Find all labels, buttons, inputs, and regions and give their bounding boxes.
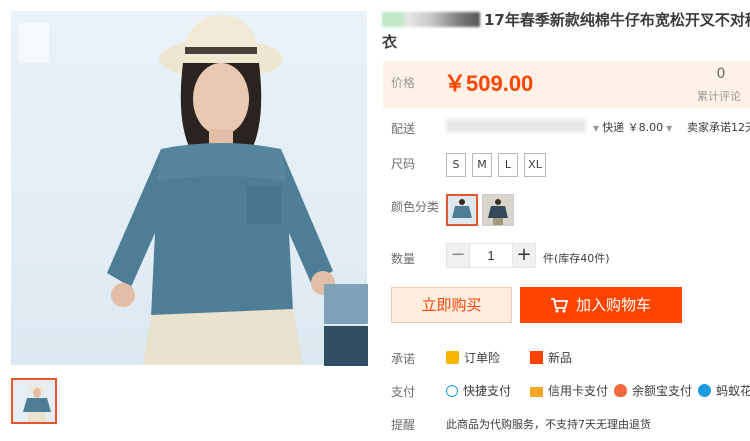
- stock-info: 件(库存40件): [543, 252, 610, 265]
- reminder-text: 此商品为代购服务，不支持7天无理由退货: [446, 418, 651, 431]
- buy-now-button[interactable]: 立即购买: [391, 287, 512, 323]
- size-option-m[interactable]: M: [472, 153, 492, 177]
- price-panel: [383, 61, 750, 108]
- model-photo: [19, 15, 335, 365]
- price-value: ￥509.00: [444, 71, 534, 96]
- delivery-origin-redacted: [446, 119, 586, 132]
- payment-item-label: 快捷支付: [463, 384, 512, 398]
- delivery-shipping[interactable]: ▼ 快递 ￥8.00 ▼: [593, 119, 672, 135]
- gallery-side-thumb-dark[interactable]: [324, 326, 368, 366]
- money-bag-icon: [614, 384, 627, 397]
- size-option-l[interactable]: L: [498, 153, 518, 177]
- payment-quick-pay[interactable]: 快捷支付: [446, 382, 511, 399]
- promise-order-insurance[interactable]: 订单险: [446, 349, 500, 366]
- promise-item-label: 新品: [548, 351, 573, 365]
- color-option-dark-denim[interactable]: [482, 194, 514, 226]
- payment-item-label: 信用卡支付: [548, 384, 609, 398]
- cart-icon: [550, 290, 569, 326]
- delivery-label: 配送: [391, 122, 416, 136]
- quantity-input[interactable]: [470, 243, 512, 268]
- price-label: 价格: [391, 76, 416, 90]
- add-to-cart-label: 加入购物车: [575, 296, 651, 314]
- payment-yuebao[interactable]: 余额宝支付: [614, 382, 692, 399]
- chevron-down-icon: ▼: [666, 124, 673, 133]
- gallery-side-thumb-denim[interactable]: [324, 284, 368, 324]
- payment-label: 支付: [391, 385, 416, 399]
- main-product-image: [11, 11, 367, 365]
- new-badge-icon: [530, 351, 543, 364]
- thumbnail-photo: [23, 386, 51, 422]
- swatch-image-blue: [448, 196, 476, 224]
- promise-item-label: 订单险: [464, 351, 501, 365]
- payment-item-label: 余额宝支付: [632, 384, 693, 398]
- size-label: 尺码: [391, 157, 416, 171]
- payment-item-label: 蚂蚁花: [716, 384, 750, 398]
- quantity-increase-button[interactable]: +: [512, 243, 536, 268]
- shipping-text: 快递 ￥8.00: [602, 121, 664, 134]
- credit-card-icon: [530, 387, 543, 397]
- payment-huabei[interactable]: 蚂蚁花: [698, 382, 750, 399]
- add-to-cart-button[interactable]: 加入购物车: [520, 287, 682, 323]
- product-title-text: 17年春季新款纯棉牛仔布宽松开叉不对称: [484, 11, 750, 29]
- promise-new-item[interactable]: 新品: [530, 349, 572, 366]
- size-option-xl[interactable]: XL: [524, 153, 546, 177]
- gallery-thumbnail[interactable]: [11, 378, 57, 424]
- swatch-image-dark: [483, 195, 513, 225]
- color-option-blue-denim[interactable]: [446, 194, 478, 226]
- color-label: 颜色分类: [391, 200, 440, 214]
- promise-label: 承诺: [391, 352, 416, 366]
- title-redacted-block: [382, 12, 480, 27]
- product-title: 17年春季新款纯棉牛仔布宽松开叉不对称: [382, 8, 750, 33]
- quick-pay-icon: [446, 385, 458, 397]
- chevron-down-icon: ▼: [593, 124, 600, 133]
- reminder-label: 提醒: [391, 418, 416, 432]
- review-label[interactable]: 累计评论: [697, 88, 741, 104]
- insurance-icon: [446, 351, 459, 364]
- quantity-label: 数量: [391, 252, 416, 266]
- payment-credit-card[interactable]: 信用卡支付: [530, 382, 608, 399]
- review-count[interactable]: 0: [706, 66, 736, 82]
- size-option-s[interactable]: S: [446, 153, 466, 177]
- seller-promise: 卖家承诺12天: [687, 121, 750, 134]
- huabei-icon: [698, 384, 711, 397]
- quantity-decrease-button[interactable]: −: [446, 243, 470, 268]
- product-title-line2: 衣: [382, 33, 398, 51]
